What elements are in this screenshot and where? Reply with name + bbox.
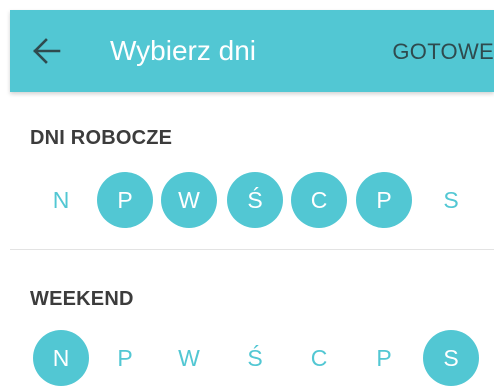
workday-toggle-saturday[interactable]: S	[423, 172, 479, 228]
weekend-toggle-wednesday[interactable]: Ś	[227, 330, 283, 386]
weekend-toggle-saturday[interactable]: S	[423, 330, 479, 386]
workday-toggle-friday[interactable]: P	[356, 172, 412, 228]
weekend-header: WEEKEND	[30, 288, 134, 310]
app-toolbar: Wybierz dni GOTOWE	[10, 10, 494, 92]
workday-toggle-thursday[interactable]: C	[291, 172, 347, 228]
choose-days-screen: Wybierz dni GOTOWE DNI ROBOCZE N P W Ś C…	[0, 0, 494, 386]
workday-toggle-monday[interactable]: P	[97, 172, 153, 228]
weekend-toggle-tuesday[interactable]: W	[161, 330, 217, 386]
weekend-toggle-sunday[interactable]: N	[33, 330, 89, 386]
workday-toggle-sunday[interactable]: N	[33, 172, 89, 228]
weekend-toggle-friday[interactable]: P	[356, 330, 412, 386]
workdays-header: DNI ROBOCZE	[30, 127, 173, 149]
weekend-row: N P W Ś C P S	[0, 330, 494, 386]
weekend-toggle-thursday[interactable]: C	[291, 330, 347, 386]
workdays-row: N P W Ś C P S	[0, 172, 494, 230]
weekend-toggle-monday[interactable]: P	[97, 330, 153, 386]
done-button[interactable]: GOTOWE	[392, 38, 494, 66]
workday-toggle-wednesday[interactable]: Ś	[227, 172, 283, 228]
workday-toggle-tuesday[interactable]: W	[161, 172, 217, 228]
arrow-left-icon	[33, 38, 61, 64]
page-title: Wybierz dni	[110, 35, 257, 66]
back-button[interactable]	[32, 37, 62, 65]
section-divider	[10, 249, 494, 250]
top-gap	[0, 0, 494, 10]
